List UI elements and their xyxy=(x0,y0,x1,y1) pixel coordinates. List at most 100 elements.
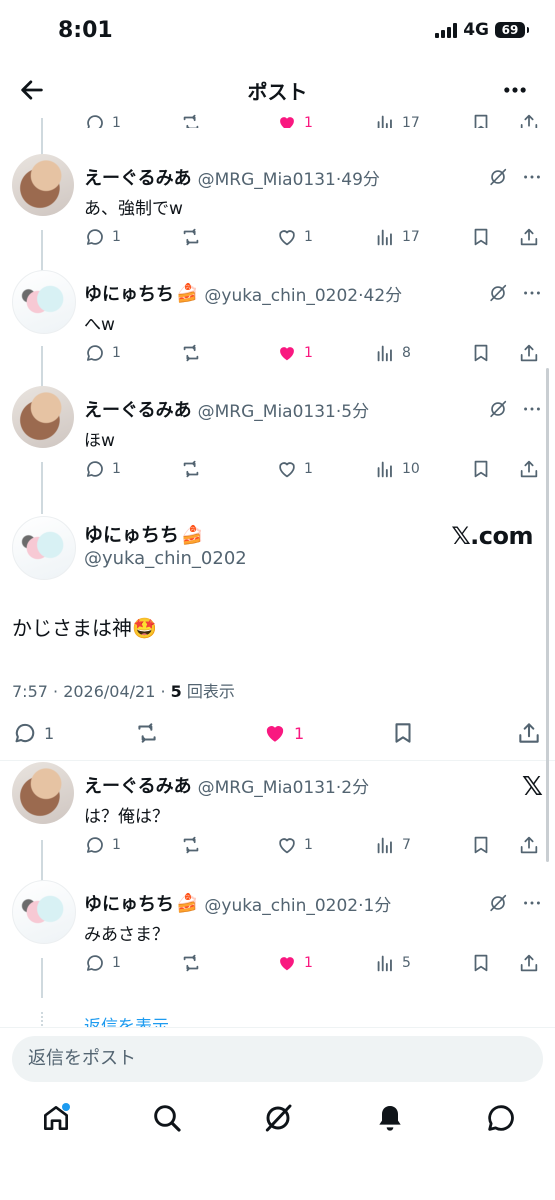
thread-line xyxy=(41,958,43,998)
reply-icon xyxy=(86,837,103,853)
like-button[interactable]: 1 xyxy=(276,834,313,856)
grok-icon[interactable] xyxy=(487,892,509,914)
messages-icon[interactable] xyxy=(485,1102,517,1134)
views-button[interactable]: 17 xyxy=(374,226,420,248)
author-name[interactable]: ゆにゅちち xyxy=(84,280,174,306)
like-icon xyxy=(279,838,295,854)
reply-button[interactable]: 1 xyxy=(84,458,121,480)
reply-input[interactable]: 返信をポスト xyxy=(12,1036,543,1082)
views-count: 5 xyxy=(402,955,411,971)
more-options-icon[interactable] xyxy=(521,398,543,420)
avatar[interactable] xyxy=(12,270,76,334)
retweet-button[interactable] xyxy=(180,226,202,248)
author-name[interactable]: ゆにゅちち xyxy=(84,890,174,916)
author-row[interactable]: ゆにゅちち 🍰 @yuka_chin_0202·42分 xyxy=(84,280,402,306)
like-button[interactable]: 1 xyxy=(276,952,313,974)
retweet-button[interactable] xyxy=(180,342,202,364)
views-button[interactable]: 5 xyxy=(374,952,411,974)
retweet-button[interactable] xyxy=(180,458,202,480)
more-options-icon[interactable] xyxy=(521,166,543,188)
more-options-icon[interactable] xyxy=(521,282,543,304)
bookmark-button[interactable] xyxy=(470,112,492,128)
like-button[interactable]: 1 xyxy=(276,226,313,248)
author-handle: @yuka_chin_0202·42分 xyxy=(204,285,403,306)
main-author-handle[interactable]: @yuka_chin_0202 xyxy=(84,548,247,569)
reply-button[interactable]: 1 xyxy=(84,834,121,856)
avatar[interactable] xyxy=(12,516,76,580)
share-button[interactable] xyxy=(516,720,542,746)
bookmark-button[interactable] xyxy=(470,834,492,856)
reply-count: 1 xyxy=(112,229,121,245)
share-button[interactable] xyxy=(518,834,540,856)
bookmark-button[interactable] xyxy=(470,952,492,974)
bookmark-button[interactable] xyxy=(470,458,492,480)
main-author-name[interactable]: ゆにゅちち 🍰 xyxy=(84,520,203,547)
grok-icon[interactable] xyxy=(487,398,509,420)
like-icon xyxy=(279,230,295,246)
reply-count: 1 xyxy=(112,461,121,477)
page-title: ポスト xyxy=(247,80,308,104)
author-name[interactable]: えーぐるみあ xyxy=(84,396,192,422)
retweet-button[interactable] xyxy=(180,112,202,128)
tweet-actions: 1 1 7 xyxy=(84,834,544,860)
more-options-icon[interactable] xyxy=(521,892,543,914)
grok-icon[interactable] xyxy=(487,166,509,188)
reply-button[interactable]: 1 xyxy=(84,112,121,128)
bookmark-icon xyxy=(474,228,488,246)
author-row[interactable]: えーぐるみあ @MRG_Mia0131·49分 xyxy=(84,164,380,190)
retweet-button[interactable] xyxy=(134,720,160,746)
bookmark-button[interactable] xyxy=(390,720,416,746)
views-button[interactable]: 7 xyxy=(374,834,411,856)
share-button[interactable] xyxy=(518,342,540,364)
retweet-icon xyxy=(183,114,199,128)
avatar[interactable] xyxy=(12,154,74,216)
views-button[interactable]: 17 xyxy=(374,112,420,128)
status-indicators: 4G 69 xyxy=(435,20,529,40)
author-name[interactable]: えーぐるみあ xyxy=(84,164,192,190)
bookmark-icon xyxy=(474,954,488,972)
reply-button[interactable]: 1 xyxy=(12,720,54,746)
reply-button[interactable]: 1 xyxy=(84,226,121,248)
avatar[interactable] xyxy=(12,762,74,824)
bookmark-button[interactable] xyxy=(470,342,492,364)
author-handle: @yuka_chin_0202·1分 xyxy=(204,895,392,916)
share-button[interactable] xyxy=(518,952,540,974)
like-button[interactable]: 1 xyxy=(262,720,304,746)
reply-button[interactable]: 1 xyxy=(84,342,121,364)
cake-emoji: 🍰 xyxy=(176,282,199,304)
share-button[interactable] xyxy=(518,112,540,128)
avatar[interactable] xyxy=(12,386,74,448)
signal-icon xyxy=(435,22,458,38)
views-icon xyxy=(377,461,392,478)
reply-count: 1 xyxy=(112,955,121,971)
like-button[interactable]: 1 xyxy=(276,342,313,364)
like-button[interactable]: 1 xyxy=(276,458,313,480)
notifications-icon[interactable] xyxy=(374,1102,406,1134)
reply-icon xyxy=(86,461,103,477)
scrollbar[interactable] xyxy=(546,368,549,862)
author-row[interactable]: えーぐるみあ @MRG_Mia0131·5分 xyxy=(84,396,369,422)
share-button[interactable] xyxy=(518,458,540,480)
retweet-icon xyxy=(183,228,199,246)
retweet-button[interactable] xyxy=(180,952,202,974)
views-button[interactable]: 10 xyxy=(374,458,420,480)
retweet-icon xyxy=(183,954,199,972)
battery-icon: 69 xyxy=(495,22,529,38)
retweet-button[interactable] xyxy=(180,834,202,856)
author-name[interactable]: えーぐるみあ xyxy=(84,772,192,798)
more-icon[interactable] xyxy=(501,76,529,104)
author-row[interactable]: えーぐるみあ @MRG_Mia0131·2分 xyxy=(84,772,369,798)
reply-button[interactable]: 1 xyxy=(84,952,121,974)
like-icon xyxy=(280,957,294,971)
share-button[interactable] xyxy=(518,226,540,248)
author-handle: @MRG_Mia0131·5分 xyxy=(197,401,370,422)
bookmark-button[interactable] xyxy=(470,226,492,248)
grok-nav-icon[interactable] xyxy=(262,1102,294,1134)
views-button[interactable]: 8 xyxy=(374,342,411,364)
avatar[interactable] xyxy=(12,880,76,944)
like-button[interactable]: 1 xyxy=(276,112,313,128)
like-count: 1 xyxy=(304,229,313,245)
author-row[interactable]: ゆにゅちち 🍰 @yuka_chin_0202·1分 xyxy=(84,890,391,916)
grok-icon[interactable] xyxy=(487,282,509,304)
search-icon[interactable] xyxy=(151,1102,183,1134)
